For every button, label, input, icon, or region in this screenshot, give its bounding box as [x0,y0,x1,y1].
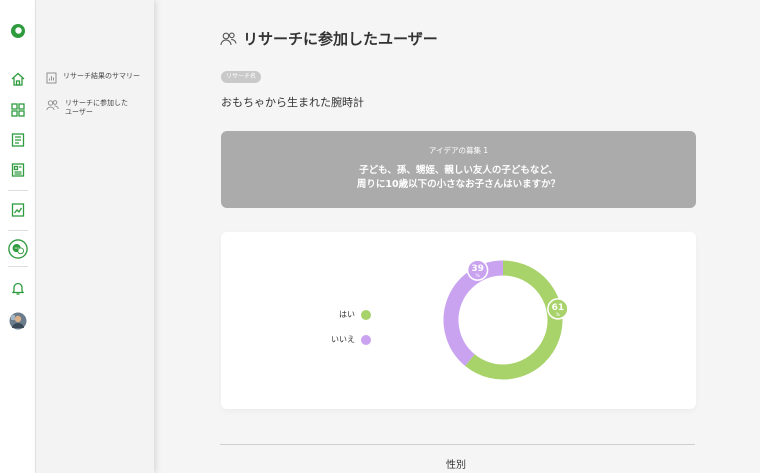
data-label: 39% [466,259,489,281]
question-line: 子ども、孫、甥姪、親しい友人の子どもなど、 [359,165,558,176]
section-divider [220,444,695,445]
subnav-item-label: リサーチ結果のサマリー [63,72,140,80]
svg-text:%: % [556,312,561,318]
donut-slice[interactable] [465,260,563,380]
svg-text:39: 39 [471,264,484,274]
sub-navigation: リサーチ結果のサマリー リサーチに参加したユーザー [36,0,154,473]
users-icon [220,32,237,46]
report-icon[interactable] [8,160,28,180]
subnav-item-users[interactable]: リサーチに参加したユーザー [46,99,133,117]
svg-text:%: % [475,273,480,279]
subnav-item-summary[interactable]: リサーチ結果のサマリー [46,72,143,84]
donut-slice[interactable] [443,260,504,366]
question-label: アイデアの募集 1 [428,146,489,155]
home-icon[interactable] [8,69,28,89]
icon-rail [0,0,36,473]
rail-divider [8,266,28,267]
page-title: リサーチに参加したユーザー [220,28,438,49]
page-title-text: リサーチに参加したユーザー [243,30,438,48]
rail-divider [8,190,28,191]
avatar[interactable] [8,311,28,331]
logo-icon[interactable] [8,21,28,41]
data-label: 61% [547,298,569,320]
question-text: 子ども、孫、甥姪、親しい友人の子どもなど、 周りに10歳以下の小さなお子さんはい… [221,164,696,192]
chat-icon[interactable] [8,239,28,259]
question-line: 周りに10歳以下の小さなお子さんはいますか？ [356,179,561,190]
summary-icon [46,72,57,84]
research-name-tag: リサーチ名 [221,71,262,83]
grid-icon[interactable] [8,100,28,120]
rail-divider [8,230,28,231]
svg-text:61: 61 [552,303,565,313]
subnav-item-label: リサーチに参加したユーザー [65,99,128,116]
users-icon [46,100,59,111]
section-title: 性別 [446,460,466,471]
chart-icon[interactable] [8,200,28,220]
research-name: おもちゃから生まれた腕時計 [221,96,364,109]
question-card: アイデアの募集 1 子ども、孫、甥姪、親しい友人の子どもなど、 周りに10歳以下… [221,131,696,208]
bell-icon[interactable] [8,278,28,298]
donut-chart: 61%39% [443,259,569,380]
document-icon[interactable] [8,130,28,150]
chart-card: はい いいえ 61% 39% [221,232,696,409]
